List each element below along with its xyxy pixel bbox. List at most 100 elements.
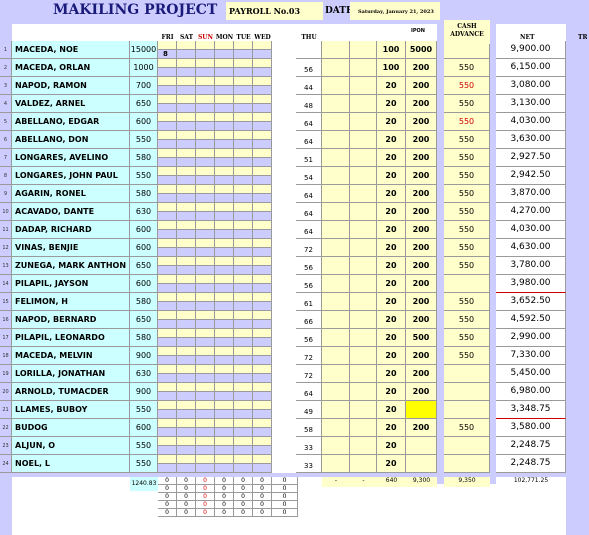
day-cell-top[interactable]	[215, 257, 234, 266]
day-cell-bottom[interactable]	[234, 176, 253, 185]
row-number[interactable]: 7	[0, 149, 12, 167]
day-cell-bottom[interactable]	[215, 194, 234, 203]
zero-cell[interactable]: 0	[215, 509, 234, 517]
employee-name[interactable]: ZUNEGA, MARK ANTHON	[12, 257, 130, 275]
thu-hours[interactable]: 72	[296, 347, 322, 365]
day-cell-top[interactable]	[158, 257, 177, 266]
day-cell-top[interactable]	[253, 275, 272, 284]
thu-hours[interactable]: 66	[296, 311, 322, 329]
net-pay[interactable]: 4,592.50	[496, 311, 566, 329]
row-number[interactable]: 17	[0, 329, 12, 347]
daily-rate[interactable]: 650	[130, 95, 158, 113]
daily-rate[interactable]: 600	[130, 239, 158, 257]
employee-name[interactable]: MACEDA, ORLAN	[12, 59, 130, 77]
day-cell-top[interactable]	[177, 401, 196, 410]
thu-hours[interactable]: 64	[296, 203, 322, 221]
day-cell-bottom[interactable]	[177, 158, 196, 167]
daily-rate[interactable]: 900	[130, 347, 158, 365]
cash-advance[interactable]: 550	[444, 131, 490, 149]
blank-col-1[interactable]	[322, 41, 350, 59]
employee-name[interactable]: ABELLANO, DON	[12, 131, 130, 149]
day-cell-bottom[interactable]	[196, 356, 215, 365]
day-cell-bottom[interactable]	[253, 464, 272, 473]
day-cell-bottom[interactable]	[215, 464, 234, 473]
thu-hours[interactable]: 61	[296, 293, 322, 311]
net-pay[interactable]: 3,870.00	[496, 185, 566, 203]
day-cell-top[interactable]	[158, 437, 177, 446]
day-cell-top[interactable]	[177, 329, 196, 338]
employee-name[interactable]: AGARIN, RONEL	[12, 185, 130, 203]
ipon-count[interactable]: 100	[377, 41, 406, 59]
day-cell-top[interactable]	[158, 149, 177, 158]
employee-name[interactable]: PILAPIL, LEONARDO	[12, 329, 130, 347]
day-cell-bottom[interactable]	[253, 50, 272, 59]
day-cell-top[interactable]	[158, 455, 177, 464]
thu-hours[interactable]: 44	[296, 77, 322, 95]
blank-col-1[interactable]	[322, 149, 350, 167]
blank-col-1[interactable]	[322, 257, 350, 275]
day-cell-top[interactable]	[196, 149, 215, 158]
day-cell-bottom[interactable]	[177, 176, 196, 185]
ipon-amount[interactable]: 200	[406, 275, 437, 293]
day-cell-bottom[interactable]	[177, 266, 196, 275]
net-pay[interactable]: 3,580.00	[496, 419, 566, 437]
day-cell-bottom[interactable]	[253, 122, 272, 131]
cash-advance[interactable]: 550	[444, 257, 490, 275]
day-cell-bottom[interactable]	[158, 122, 177, 131]
daily-rate[interactable]: 550	[130, 131, 158, 149]
cash-advance[interactable]: 550	[444, 77, 490, 95]
row-number[interactable]: 6	[0, 131, 12, 149]
day-cell-bottom[interactable]	[196, 248, 215, 257]
day-cell-bottom[interactable]	[158, 284, 177, 293]
blank-col-2[interactable]	[350, 185, 377, 203]
zero-cell[interactable]: 0	[215, 501, 234, 509]
blank-col-1[interactable]	[322, 275, 350, 293]
net-pay[interactable]: 2,927.50	[496, 149, 566, 167]
ipon-count[interactable]: 20	[377, 383, 406, 401]
day-cell-bottom[interactable]	[196, 284, 215, 293]
ipon-amount[interactable]: 200	[406, 365, 437, 383]
day-cell-top[interactable]	[177, 203, 196, 212]
blank-col-1[interactable]	[322, 185, 350, 203]
day-cell-top[interactable]	[253, 149, 272, 158]
day-cell-bottom[interactable]	[234, 50, 253, 59]
day-cell-top[interactable]	[215, 167, 234, 176]
day-cell-top[interactable]	[177, 77, 196, 86]
day-cell-bottom[interactable]	[177, 446, 196, 455]
blank-col-1[interactable]	[322, 455, 350, 473]
day-cell-top[interactable]	[177, 437, 196, 446]
ipon-amount[interactable]: 200	[406, 347, 437, 365]
thu-hours[interactable]: 72	[296, 365, 322, 383]
employee-name[interactable]: PILAPIL, JAYSON	[12, 275, 130, 293]
day-cell-top[interactable]	[215, 95, 234, 104]
day-cell-bottom[interactable]	[215, 212, 234, 221]
day-cell-top[interactable]	[253, 401, 272, 410]
day-cell-bottom[interactable]	[253, 356, 272, 365]
zero-cell[interactable]: 0	[272, 509, 298, 517]
day-cell-top[interactable]	[177, 131, 196, 140]
day-cell-bottom[interactable]	[177, 104, 196, 113]
ipon-count[interactable]: 100	[377, 59, 406, 77]
day-cell-bottom[interactable]	[158, 392, 177, 401]
day-cell-top[interactable]	[215, 365, 234, 374]
day-cell-bottom[interactable]	[177, 320, 196, 329]
ipon-count[interactable]: 20	[377, 167, 406, 185]
blank-col-2[interactable]	[350, 365, 377, 383]
day-cell-top[interactable]	[234, 275, 253, 284]
zero-cell[interactable]: 0	[158, 501, 177, 509]
net-pay[interactable]: 3,652.50	[496, 293, 566, 311]
day-cell-top[interactable]	[253, 437, 272, 446]
zero-cell[interactable]: 0	[234, 509, 253, 517]
day-cell-bottom[interactable]	[215, 374, 234, 383]
day-cell-top[interactable]	[215, 419, 234, 428]
ipon-count[interactable]: 20	[377, 185, 406, 203]
day-cell-bottom[interactable]	[215, 86, 234, 95]
net-pay[interactable]: 3,780.00	[496, 257, 566, 275]
day-cell-bottom[interactable]	[196, 212, 215, 221]
day-cell-bottom[interactable]	[253, 338, 272, 347]
day-cell-top[interactable]	[158, 131, 177, 140]
cash-advance[interactable]: 550	[444, 293, 490, 311]
day-cell-top[interactable]	[253, 239, 272, 248]
zero-cell[interactable]: 0	[177, 485, 196, 493]
net-pay[interactable]: 2,990.00	[496, 329, 566, 347]
